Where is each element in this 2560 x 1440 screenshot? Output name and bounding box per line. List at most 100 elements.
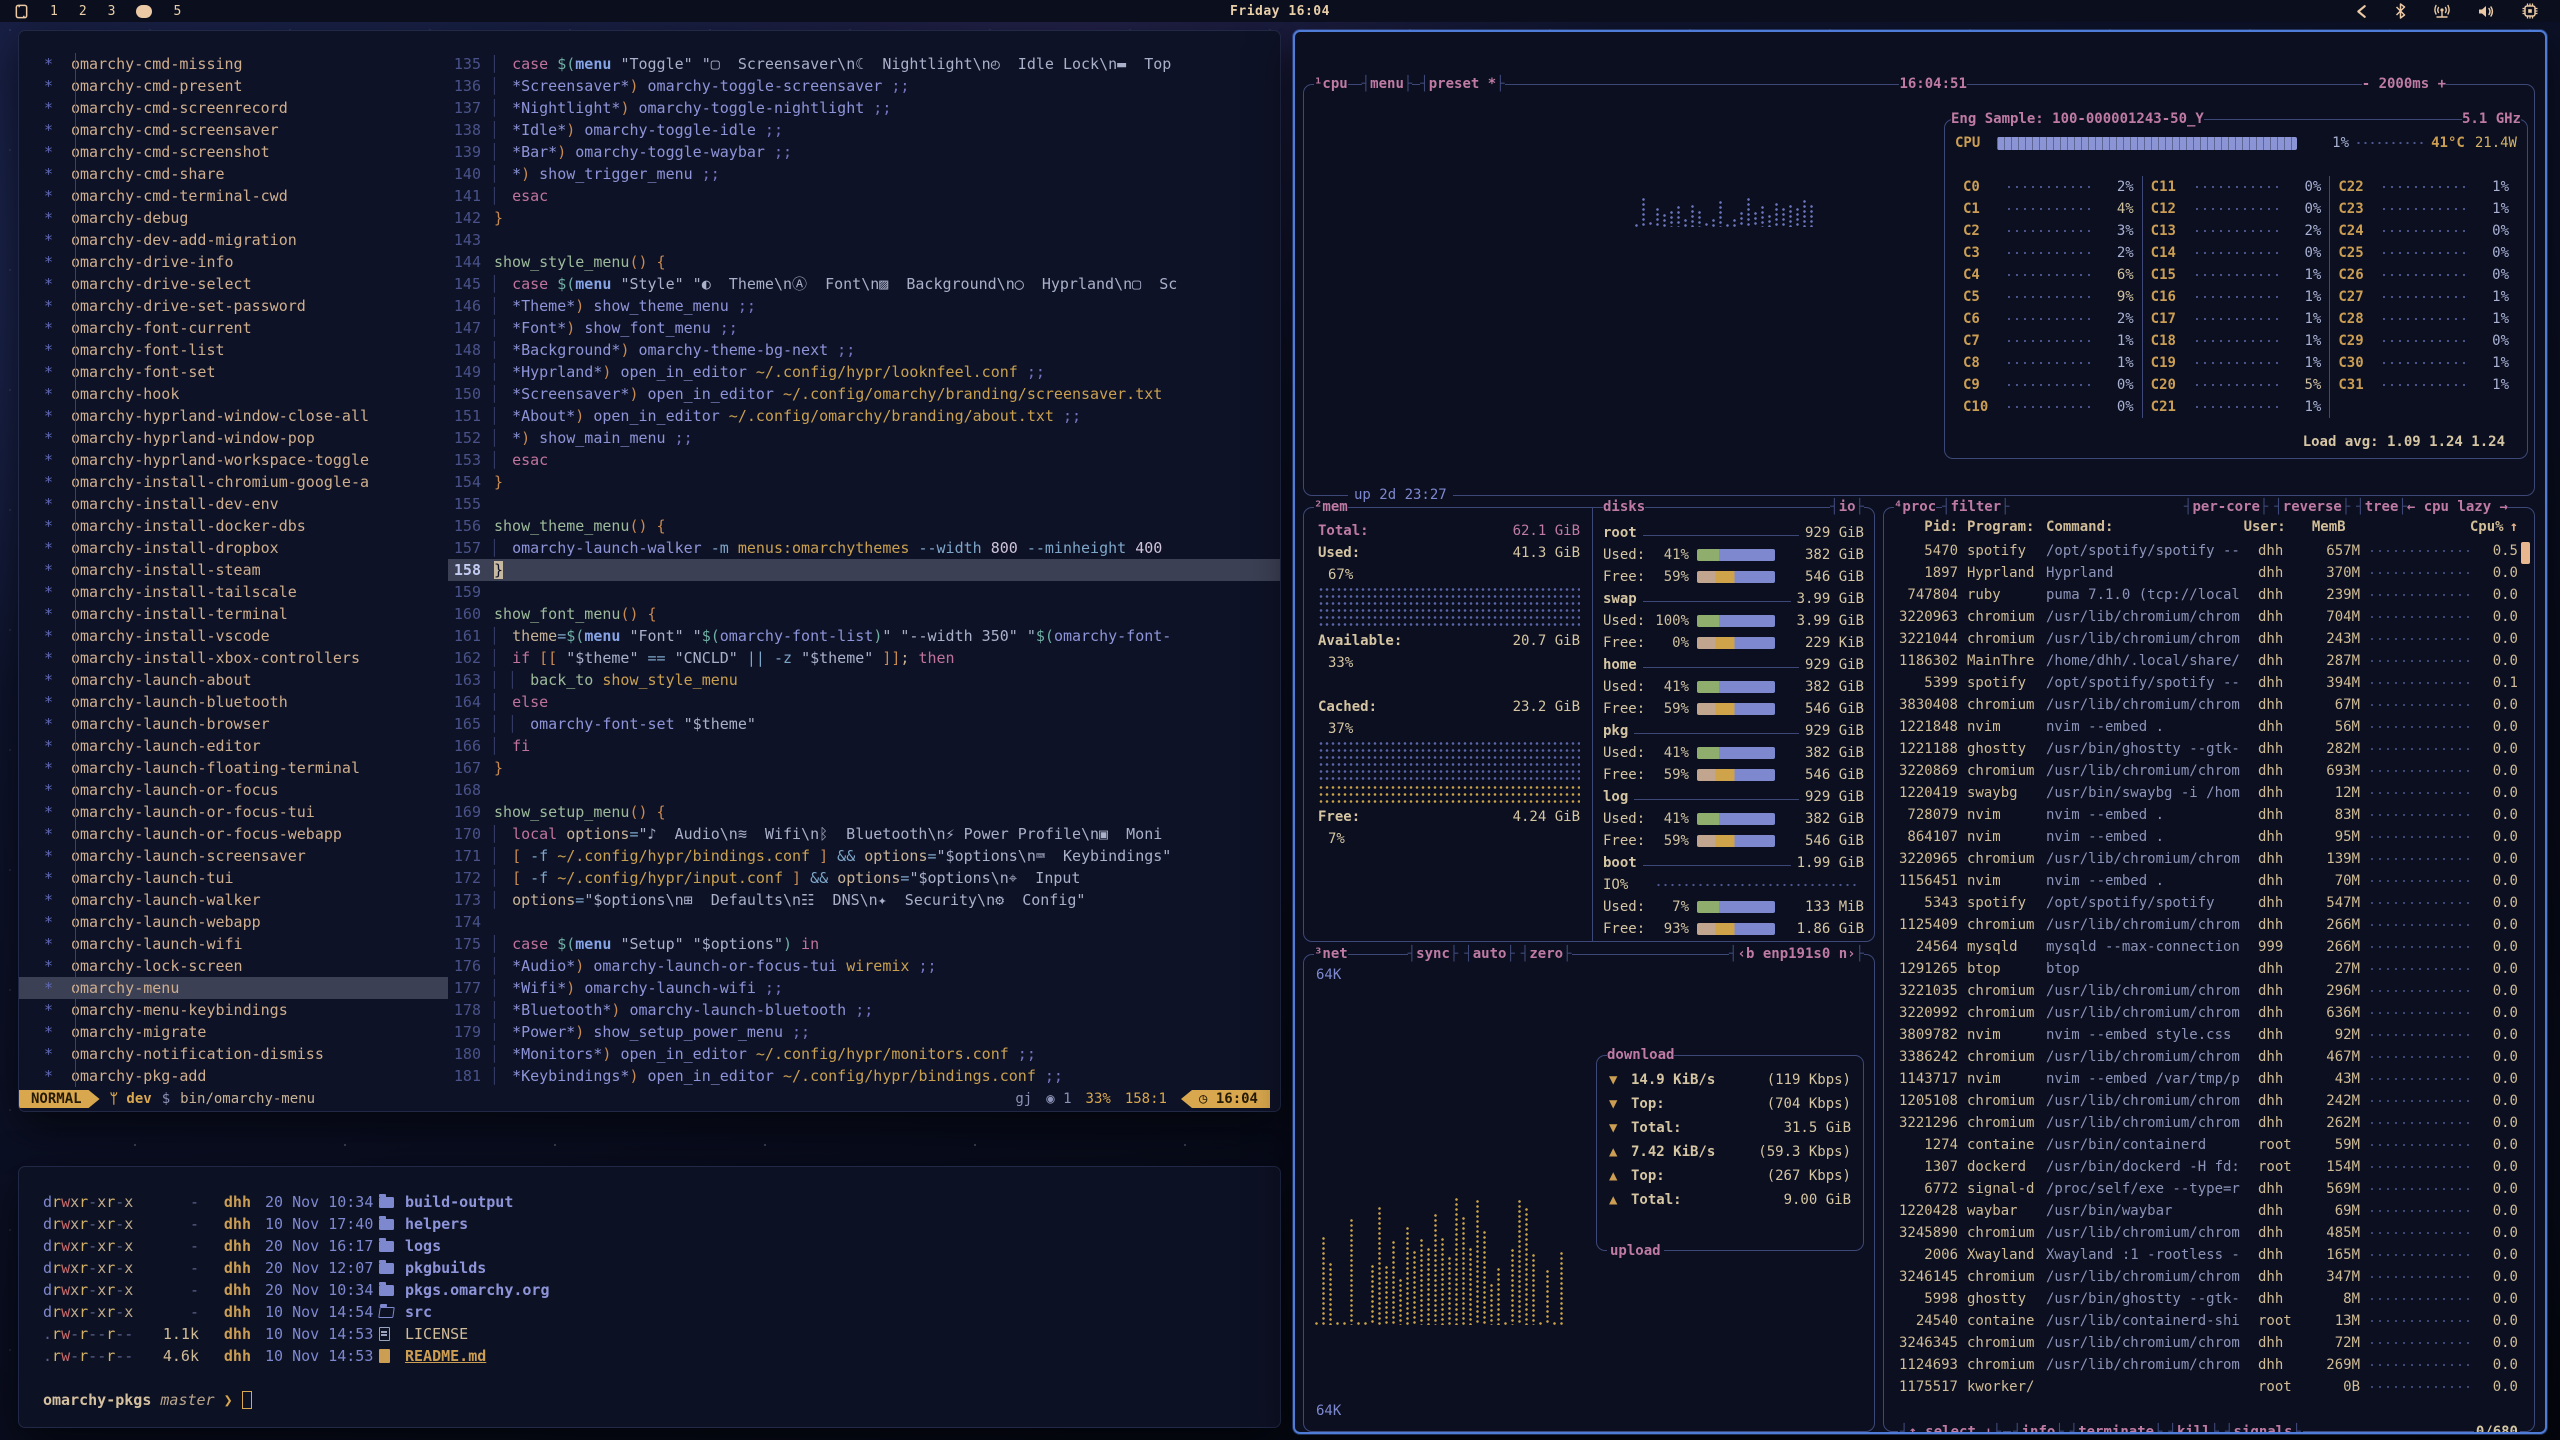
listing-row[interactable]: drwxr-xr-x-dhh20 Nov 16:17logs: [43, 1235, 1280, 1257]
file-list-item[interactable]: *omarchy-install-terminal: [19, 603, 448, 625]
zero-button[interactable]: ┤zero├: [1521, 945, 1572, 963]
process-row[interactable]: 1186302MainThre/home/dhh/.local/share/dh…: [1894, 650, 2518, 672]
code-line[interactable]: 159: [448, 581, 1280, 603]
file-list-item[interactable]: *omarchy-launch-browser: [19, 713, 448, 735]
code-line[interactable]: 162▏ if [[ "$theme" == "CNCLD" || -z "$t…: [448, 647, 1280, 669]
per-core-button[interactable]: ┤per-core├: [2184, 498, 2268, 516]
code-line[interactable]: 173▏ options="$options\n⊞ Defaults\n☷ DN…: [448, 889, 1280, 911]
code-line[interactable]: 144show_style_menu() {: [448, 251, 1280, 273]
code-area[interactable]: 135▏ case $(menu "Toggle" "▢ Screensaver…: [448, 53, 1280, 1087]
sort-direction-icon[interactable]: ↑: [2504, 519, 2518, 535]
workspace-5[interactable]: 5: [173, 4, 181, 19]
process-row[interactable]: 1124693chromium/usr/lib/chromium/chromdh…: [1894, 1354, 2518, 1376]
code-line[interactable]: 164▏ else: [448, 691, 1280, 713]
file-list-item[interactable]: *omarchy-lock-screen: [19, 955, 448, 977]
process-row[interactable]: 1205108chromium/usr/lib/chromium/chromdh…: [1894, 1090, 2518, 1112]
file-list-item[interactable]: *omarchy-hyprland-window-close-all: [19, 405, 448, 427]
process-row[interactable]: 3830408chromium/usr/lib/chromium/chromdh…: [1894, 694, 2518, 716]
file-list-item[interactable]: *omarchy-font-list: [19, 339, 448, 361]
process-row[interactable]: 864107nvimnvim --embed .dhh95M0.0: [1894, 826, 2518, 848]
file-list-item[interactable]: *omarchy-font-current: [19, 317, 448, 339]
code-line[interactable]: 175▏ case $(menu "Setup" "$options") in: [448, 933, 1280, 955]
code-line[interactable]: 148▏ *Background*) omarchy-theme-bg-next…: [448, 339, 1280, 361]
process-row[interactable]: 3245890chromium/usr/lib/chromium/chromdh…: [1894, 1222, 2518, 1244]
process-row[interactable]: 1221188ghostty/usr/bin/ghostty --gtk-dhh…: [1894, 738, 2518, 760]
process-row[interactable]: 24540containe/usr/lib/containerd-shiroot…: [1894, 1310, 2518, 1332]
process-row[interactable]: 6772signal-d/proc/self/exe --type=rdhh56…: [1894, 1178, 2518, 1200]
file-list-item[interactable]: *omarchy-install-vscode: [19, 625, 448, 647]
disk-entry[interactable]: root929 GiB: [1603, 522, 1864, 544]
file-list-item[interactable]: *omarchy-cmd-terminal-cwd: [19, 185, 448, 207]
network-icon[interactable]: [2433, 3, 2451, 19]
file-list-item[interactable]: *omarchy-menu: [19, 977, 448, 999]
process-row[interactable]: 1143717nvimnvim --embed /var/tmp/pdhh43M…: [1894, 1068, 2518, 1090]
process-row[interactable]: 3220992chromium/usr/lib/chromium/chromdh…: [1894, 1002, 2518, 1024]
listing-row[interactable]: drwxr-xr-x-dhh20 Nov 10:34build-output: [43, 1191, 1280, 1213]
code-line[interactable]: 151▏ *About*) open_in_editor ~/.config/o…: [448, 405, 1280, 427]
volume-icon[interactable]: [2478, 4, 2495, 19]
code-line[interactable]: 169show_setup_menu() {: [448, 801, 1280, 823]
kill-button[interactable]: ┤kill├: [2169, 1423, 2220, 1434]
file-list-item[interactable]: *omarchy-cmd-share: [19, 163, 448, 185]
code-line[interactable]: 149▏ *Hyprland*) open_in_editor ~/.confi…: [448, 361, 1280, 383]
code-line[interactable]: 161▏ theme=$(menu "Font" "$(omarchy-font…: [448, 625, 1280, 647]
menu-button[interactable]: ┤menu├: [1362, 75, 1413, 93]
file-list-item[interactable]: *omarchy-migrate: [19, 1021, 448, 1043]
code-line[interactable]: 176▏ *Audio*) omarchy-launch-or-focus-tu…: [448, 955, 1280, 977]
code-line[interactable]: 150▏ *Screensaver*) open_in_editor ~/.co…: [448, 383, 1280, 405]
process-row[interactable]: 1220428waybar/usr/bin/waybardhh69M0.0: [1894, 1200, 2518, 1222]
code-line[interactable]: 143: [448, 229, 1280, 251]
file-list-item[interactable]: *omarchy-hyprland-workspace-toggle: [19, 449, 448, 471]
git-branch[interactable]: ᛘ dev: [110, 1091, 152, 1107]
disk-entry[interactable]: home929 GiB: [1603, 654, 1864, 676]
file-list-item[interactable]: *omarchy-drive-set-password: [19, 295, 448, 317]
filter-button[interactable]: ┤filter├: [1942, 498, 2009, 516]
code-line[interactable]: 157▏ omarchy-launch-walker -m menus:omar…: [448, 537, 1280, 559]
process-row[interactable]: 3220869chromium/usr/lib/chromium/chromdh…: [1894, 760, 2518, 782]
file-list-item[interactable]: *omarchy-launch-or-focus: [19, 779, 448, 801]
file-list-item[interactable]: *omarchy-cmd-screenrecord: [19, 97, 448, 119]
process-row[interactable]: 5470spotify/opt/spotify/spotify --dhh657…: [1894, 540, 2518, 562]
process-row[interactable]: 3246345chromium/usr/lib/chromium/chromdh…: [1894, 1332, 2518, 1354]
listing-row[interactable]: .rw-r--r--4.6kdhh10 Nov 14:53README.md: [43, 1345, 1280, 1367]
file-list-item[interactable]: *omarchy-install-tailscale: [19, 581, 448, 603]
process-row[interactable]: 3809782nvimnvim --embed style.cssdhh92M0…: [1894, 1024, 2518, 1046]
process-row[interactable]: 1274containe/usr/bin/containerdroot59M0.…: [1894, 1134, 2518, 1156]
file-list-item[interactable]: *omarchy-install-dev-env: [19, 493, 448, 515]
code-line[interactable]: 152▏ *) show_main_menu ;;: [448, 427, 1280, 449]
code-line[interactable]: 142}: [448, 207, 1280, 229]
code-line[interactable]: 137▏ *Nightlight*) omarchy-toggle-nightl…: [448, 97, 1280, 119]
workspace-3[interactable]: 3: [108, 4, 116, 19]
sort-selector[interactable]: ← cpu lazy →: [2407, 498, 2508, 516]
file-list-item[interactable]: *omarchy-cmd-screensaver: [19, 119, 448, 141]
listing-row[interactable]: drwxr-xr-x-dhh10 Nov 17:40helpers: [43, 1213, 1280, 1235]
file-list-item[interactable]: *omarchy-launch-tui: [19, 867, 448, 889]
process-row[interactable]: 1307dockerd/usr/bin/dockerd -H fd:root15…: [1894, 1156, 2518, 1178]
code-line[interactable]: 179▏ *Power*) show_setup_power_menu ;;: [448, 1021, 1280, 1043]
process-row[interactable]: 3220963chromium/usr/lib/chromium/chromdh…: [1894, 606, 2518, 628]
code-line[interactable]: 158}: [448, 559, 1280, 581]
file-list-item[interactable]: *omarchy-debug: [19, 207, 448, 229]
process-row[interactable]: 3221035chromium/usr/lib/chromium/chromdh…: [1894, 980, 2518, 1002]
file-list-item[interactable]: *omarchy-launch-walker: [19, 889, 448, 911]
file-list-item[interactable]: *omarchy-cmd-present: [19, 75, 448, 97]
process-row[interactable]: 1897HyprlandHyprlanddhh370M0.0: [1894, 562, 2518, 584]
disk-entry[interactable]: pkg929 GiB: [1603, 720, 1864, 742]
code-line[interactable]: 139▏ *Bar*) omarchy-toggle-waybar ;;: [448, 141, 1280, 163]
disk-entry[interactable]: boot1.99 GiB: [1603, 852, 1864, 874]
workspace-4-active[interactable]: [136, 5, 152, 18]
code-line[interactable]: 147▏ *Font*) show_font_menu ;;: [448, 317, 1280, 339]
code-line[interactable]: 174: [448, 911, 1280, 933]
bluetooth-icon[interactable]: [2395, 3, 2406, 19]
process-row[interactable]: 1221848nvimnvim --embed .dhh56M0.0: [1894, 716, 2518, 738]
process-row[interactable]: 1291265btopbtopdhh27M0.0: [1894, 958, 2518, 980]
code-line[interactable]: 172▏ [ -f ~/.config/hypr/input.conf ] &&…: [448, 867, 1280, 889]
process-row[interactable]: 5399spotify/opt/spotify/spotify --dhh394…: [1894, 672, 2518, 694]
process-row[interactable]: 1125409chromium/usr/lib/chromium/chromdh…: [1894, 914, 2518, 936]
process-row[interactable]: 747804rubypuma 7.1.0 (tcp://localdhh239M…: [1894, 584, 2518, 606]
disk-entry[interactable]: swap3.99 GiB: [1603, 588, 1864, 610]
disk-entry[interactable]: log929 GiB: [1603, 786, 1864, 808]
file-list-item[interactable]: *omarchy-install-chromium-google-a: [19, 471, 448, 493]
code-line[interactable]: 165▏ ▏ omarchy-font-set "$theme": [448, 713, 1280, 735]
process-row[interactable]: 1156451nvimnvim --embed .dhh70M0.0: [1894, 870, 2518, 892]
